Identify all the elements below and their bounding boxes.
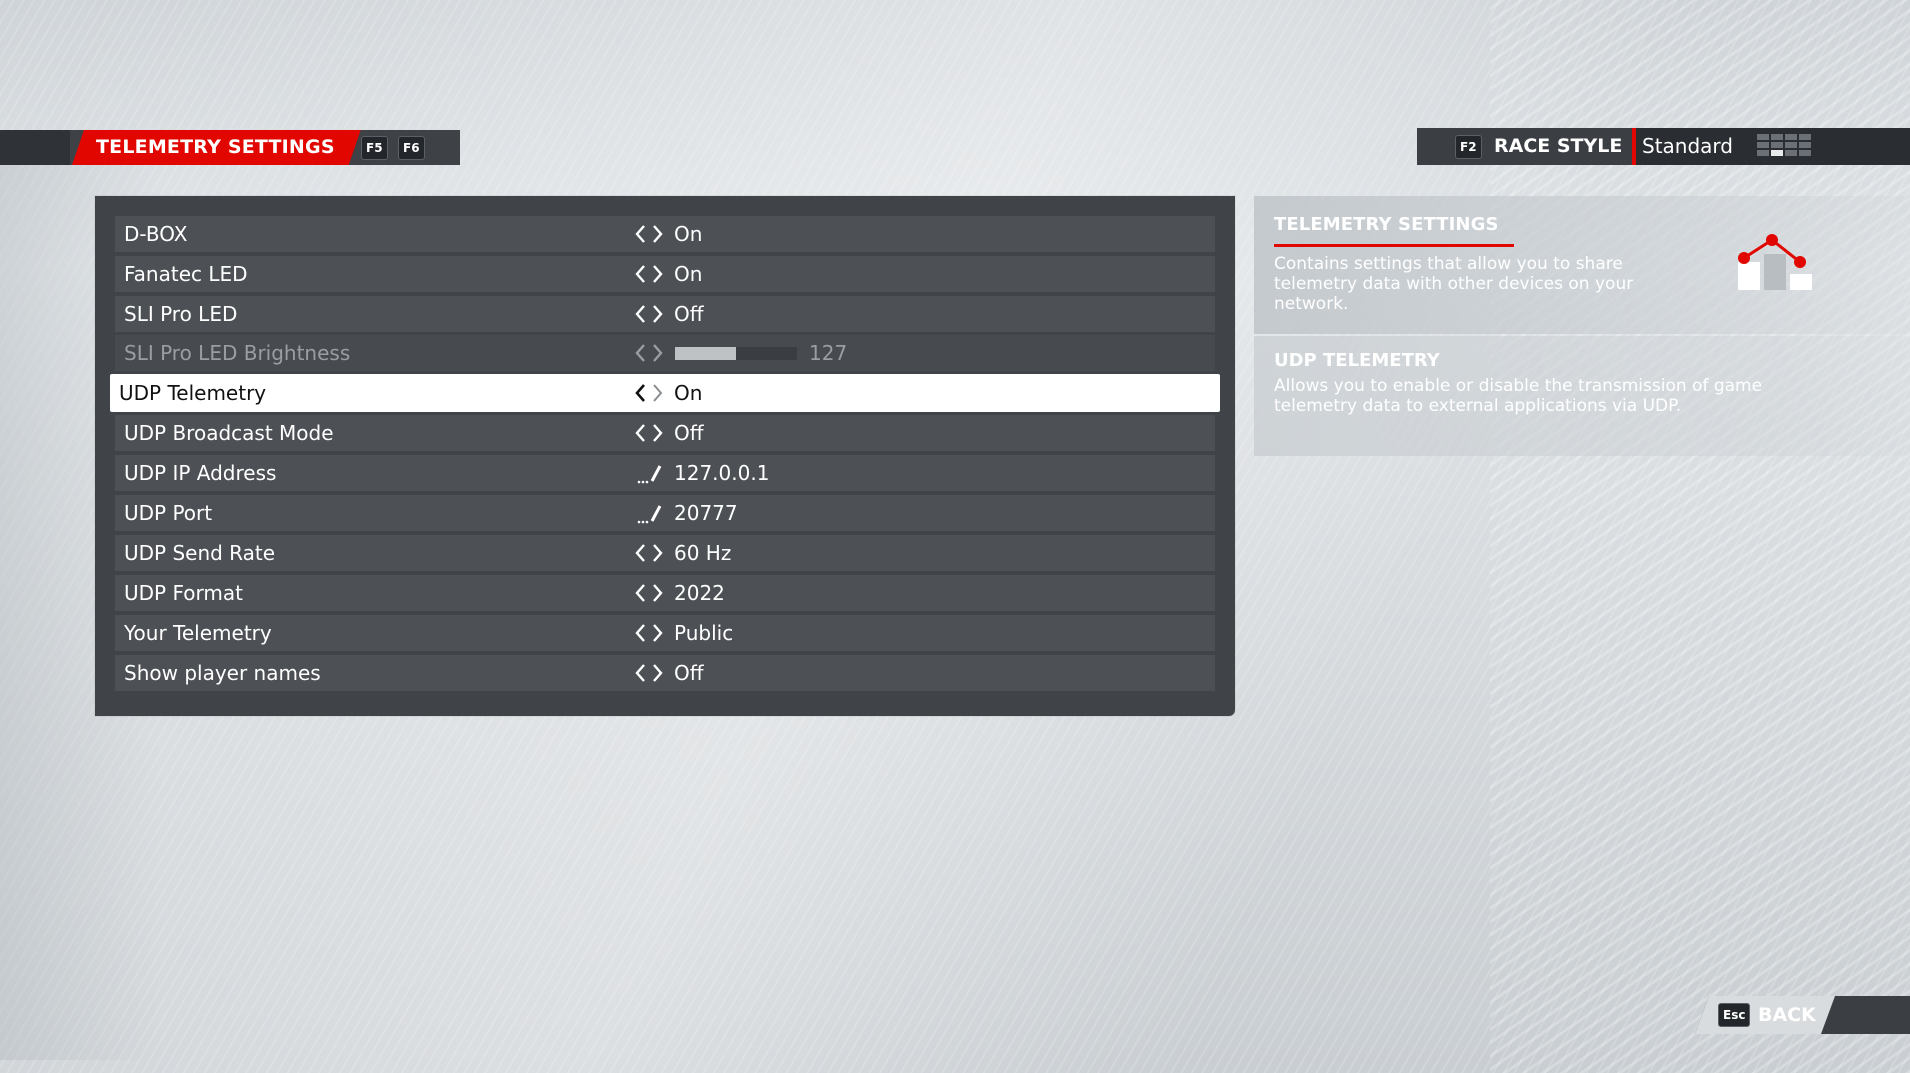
arrow-left-icon [635, 305, 645, 323]
setting-label: UDP Broadcast Mode [124, 421, 334, 445]
key-race-style-f2[interactable]: F2 [1455, 135, 1482, 159]
key-prev-f5[interactable]: F5 [361, 136, 388, 160]
setting-value: On [674, 262, 703, 286]
telemetry-chart-icon [1738, 234, 1812, 290]
setting-row: SLI Pro LED Brightness 127 [115, 335, 1215, 371]
setting-label: D-BOX [124, 222, 188, 246]
setting-row[interactable]: Show player names Off [115, 655, 1215, 691]
setting-row[interactable]: UDP Send Rate 60 Hz [115, 535, 1215, 571]
setting-label: Your Telemetry [124, 621, 272, 645]
key-esc[interactable]: Esc [1718, 1003, 1751, 1027]
page-title: TELEMETRY SETTINGS [72, 130, 361, 165]
brightness-slider [675, 347, 797, 360]
value-arrows[interactable] [632, 216, 666, 252]
arrow-left-icon [635, 225, 645, 243]
setting-row[interactable]: Your Telemetry Public [115, 615, 1215, 651]
arrow-left-icon [635, 624, 645, 642]
setting-value: 2022 [674, 581, 725, 605]
setting-label: Show player names [124, 661, 321, 685]
edit-pencil-icon[interactable] [636, 461, 664, 485]
arrow-right-icon [653, 344, 663, 362]
settings-panel: D-BOX On Fanatec LED On SLI Pro LED Off SLI Pr… [95, 196, 1235, 716]
value-arrows[interactable] [632, 655, 666, 691]
arrow-right-icon [653, 624, 663, 642]
arrow-left-icon [635, 584, 645, 602]
setting-value: Public [674, 621, 734, 645]
arrow-left-icon [635, 384, 645, 402]
slider-fill [675, 347, 736, 360]
race-style-label: RACE STYLE [1494, 135, 1623, 157]
setting-value: On [674, 381, 703, 405]
value-arrows[interactable] [632, 335, 666, 371]
value-arrows[interactable] [632, 535, 666, 571]
setting-row[interactable]: UDP Telemetry On [110, 374, 1220, 412]
setting-label: UDP Telemetry [119, 381, 267, 405]
value-arrows[interactable] [632, 296, 666, 332]
value-arrows[interactable] [632, 374, 666, 412]
setting-value: Off [674, 661, 704, 685]
arrow-right-icon [653, 305, 663, 323]
arrow-left-icon [635, 265, 645, 283]
info-title: TELEMETRY SETTINGS [1274, 214, 1499, 235]
arrow-left-icon [635, 424, 645, 442]
detail-description: Allows you to enable or disable the tran… [1274, 376, 1763, 416]
setting-row[interactable]: UDP Port 20777 [115, 495, 1215, 531]
value-arrows[interactable] [632, 415, 666, 451]
setting-label: UDP Format [124, 581, 243, 605]
arrow-right-icon [653, 544, 663, 562]
setting-row[interactable]: Fanatec LED On [115, 256, 1215, 292]
arrow-right-icon [653, 424, 663, 442]
setting-label: UDP Port [124, 501, 213, 525]
setting-value: Off [674, 302, 704, 326]
arrow-left-icon [635, 544, 645, 562]
arrow-right-icon [653, 584, 663, 602]
setting-value: 127 [809, 341, 848, 365]
arrow-right-icon [653, 225, 663, 243]
setting-label: Fanatec LED [124, 262, 248, 286]
info-description: Contains settings that allow you to shar… [1274, 254, 1634, 314]
value-arrows[interactable] [632, 256, 666, 292]
arrow-right-icon [653, 664, 663, 682]
setting-label: UDP Send Rate [124, 541, 276, 565]
setting-value: On [674, 222, 703, 246]
key-next-f6[interactable]: F6 [398, 136, 425, 160]
race-style-value: Standard [1642, 134, 1733, 158]
setting-label: UDP IP Address [124, 461, 277, 485]
value-arrows[interactable] [632, 575, 666, 611]
setting-row[interactable]: UDP IP Address 127.0.0.1 [115, 455, 1215, 491]
detail-title: UDP TELEMETRY [1274, 350, 1440, 371]
back-button[interactable]: BACK [1758, 996, 1816, 1034]
setting-value: 60 Hz [674, 541, 732, 565]
arrow-right-icon [653, 265, 663, 283]
race-style-grid-icon [1757, 134, 1815, 160]
edit-pencil-icon[interactable] [636, 501, 664, 525]
arrow-left-icon [635, 664, 645, 682]
header-bar-left-cap [0, 130, 70, 165]
setting-row[interactable]: SLI Pro LED Off [115, 296, 1215, 332]
setting-value: 127.0.0.1 [674, 461, 770, 485]
arrow-left-icon [635, 344, 645, 362]
setting-label: SLI Pro LED Brightness [124, 341, 351, 365]
setting-value: Off [674, 421, 704, 445]
setting-label: SLI Pro LED [124, 302, 238, 326]
setting-row[interactable]: D-BOX On [115, 216, 1215, 252]
setting-row[interactable]: UDP Broadcast Mode Off [115, 415, 1215, 451]
value-arrows[interactable] [632, 615, 666, 651]
setting-value: 20777 [674, 501, 738, 525]
info-title-underline [1274, 244, 1514, 247]
setting-row[interactable]: UDP Format 2022 [115, 575, 1215, 611]
arrow-right-icon [653, 384, 663, 402]
